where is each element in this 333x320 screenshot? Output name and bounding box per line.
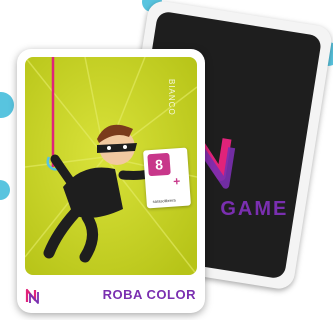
card-front: BIANCO 8 + sarasolibrera ROBA COLOR [17,49,205,313]
bubble-decoration [0,92,14,118]
card-side-text: BIANCO [167,79,176,116]
plus-icon: + [172,174,181,189]
mini-card-small-text: sarasolibrera [152,197,176,205]
n-logo-icon [25,288,39,304]
mini-card-number: 8 [147,152,171,177]
bubble-decoration [0,180,10,200]
card-scene: GAME BIANCO 8 + sarasolibrera ROBA COLOR [0,0,333,320]
back-logo-text: GAME [220,198,289,221]
mini-card: 8 + sarasolibrera [143,147,191,209]
card-label: ROBA COLOR [102,287,196,302]
